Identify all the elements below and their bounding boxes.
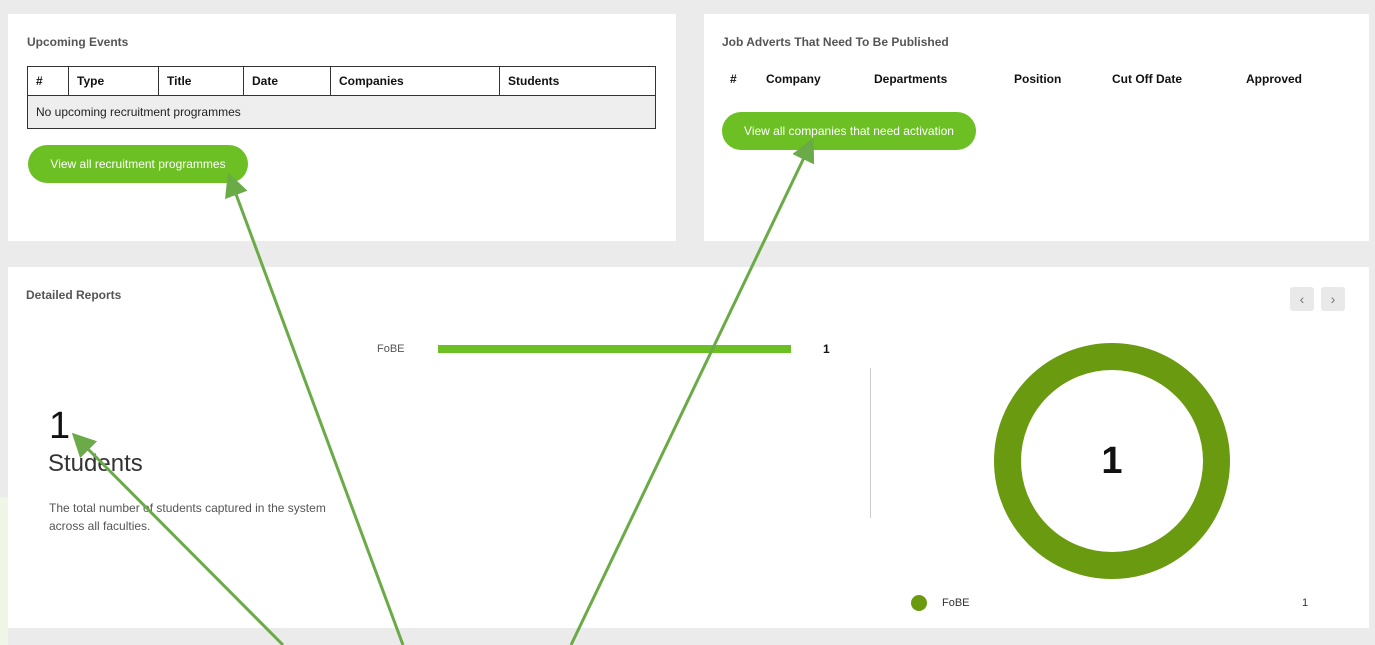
student-count-description: The total number of students captured in… [49,501,326,533]
column-header-approved: Approved [1246,72,1303,86]
column-header-cut-off-date: Cut Off Date [1112,72,1182,86]
detailed-reports-card: Detailed Reports ‹ › 1 Students The tota… [8,267,1369,628]
bar-label: FoBE [377,343,405,355]
divider [870,368,871,518]
column-header-companies: Companies [330,66,500,96]
legend-label: FoBE [942,597,970,609]
chevron-right-icon[interactable]: › [1321,287,1345,311]
column-header-date: Date [243,66,331,96]
view-companies-activation-button[interactable]: View all companies that need activation [722,112,976,150]
view-recruitment-programmes-button[interactable]: View all recruitment programmes [28,145,248,183]
column-header-position: Position [1014,72,1062,86]
column-header-departments: Departments [874,72,948,86]
table-header-row: # Type Title Date Companies Students [27,66,656,96]
column-header-title: Title [158,66,244,96]
donut-value: 1 [1101,439,1123,482]
job-adverts-title: Job Adverts That Need To Be Published [722,35,949,49]
job-adverts-card: Job Adverts That Need To Be Published # … [704,14,1369,241]
faculty-bar [438,345,791,353]
donut-chart: 1 [994,343,1230,579]
empty-message: No upcoming recruitment programmes [27,95,656,129]
column-header-number: # [27,66,69,96]
column-header-number: # [730,72,737,86]
table-row: No upcoming recruitment programmes [27,95,656,129]
left-edge-accent [0,497,8,645]
detailed-reports-title: Detailed Reports [26,288,122,302]
student-count-label: Students [48,450,143,477]
chevron-left-icon[interactable]: ‹ [1290,287,1314,311]
upcoming-events-card: Upcoming Events # Type Title Date Compan… [8,14,676,241]
upcoming-events-table: # Type Title Date Companies Students No … [27,66,656,129]
column-header-type: Type [68,66,159,96]
legend-dot [911,595,927,611]
student-count: 1 [49,405,71,447]
legend-value: 1 [1302,597,1309,609]
bar-value: 1 [823,342,830,356]
column-header-students: Students [499,66,656,96]
upcoming-events-title: Upcoming Events [27,35,129,49]
column-header-company: Company [766,72,821,86]
